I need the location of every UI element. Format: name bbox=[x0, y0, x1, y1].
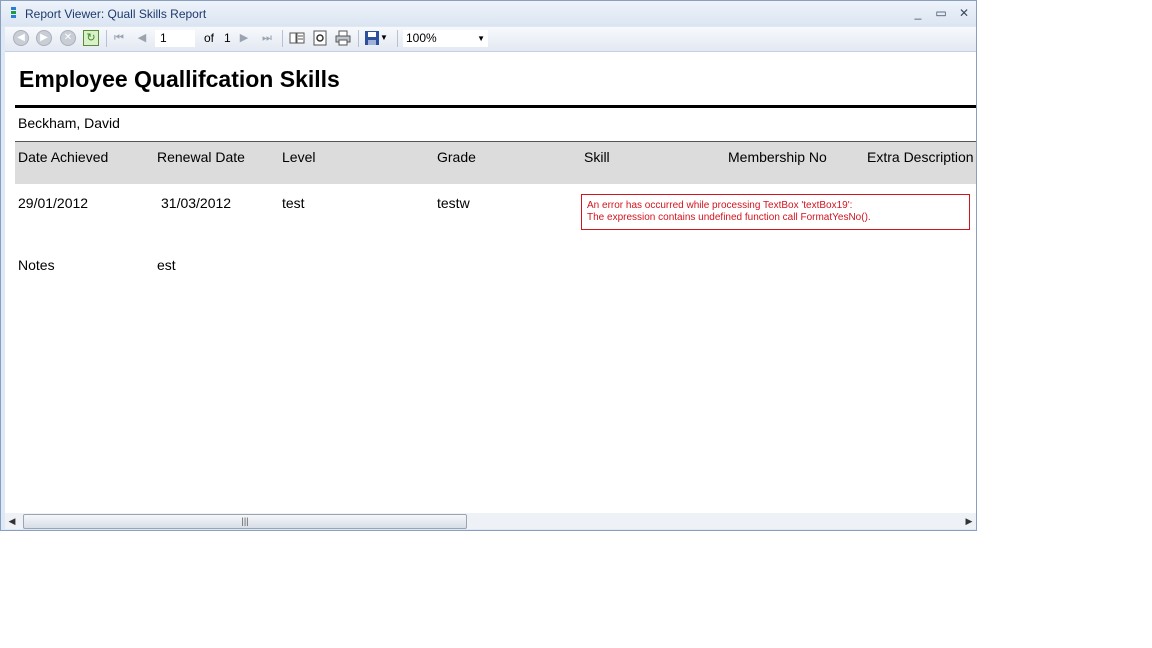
app-icon bbox=[11, 7, 18, 21]
next-page-icon[interactable]: ▶ bbox=[236, 30, 252, 46]
title-bar: Report Viewer: Quall Skills Report _ ▭ ✕ bbox=[1, 1, 976, 26]
report-viewer-window: Report Viewer: Quall Skills Report _ ▭ ✕… bbox=[0, 0, 977, 531]
scroll-right-icon[interactable]: ▶ bbox=[962, 513, 976, 529]
scrollbar-thumb[interactable]: ||| bbox=[23, 514, 467, 529]
col-skill: Skill bbox=[584, 149, 610, 165]
horizontal-scrollbar[interactable]: ◀ ||| ▶ bbox=[5, 513, 976, 529]
error-message-box: An error has occurred while processing T… bbox=[581, 194, 970, 230]
cell-date-achieved: 29/01/2012 bbox=[18, 195, 89, 211]
page-of-label: of bbox=[204, 31, 215, 45]
back-icon[interactable]: ◀ bbox=[13, 30, 29, 46]
toolbar-separator bbox=[282, 30, 283, 47]
minimize-button[interactable]: _ bbox=[909, 4, 927, 22]
close-button[interactable]: ✕ bbox=[955, 4, 973, 22]
stop-icon[interactable]: ✕ bbox=[60, 30, 76, 46]
print-preview-icon[interactable] bbox=[312, 30, 328, 46]
cell-grade: testw bbox=[437, 195, 470, 211]
employee-name: Beckham, David bbox=[18, 115, 120, 131]
last-page-icon[interactable]: ⏭ bbox=[259, 30, 275, 46]
cell-renewal-date: 31/03/2012 bbox=[161, 195, 232, 211]
forward-icon[interactable]: ▶ bbox=[36, 30, 52, 46]
toolbar: ◀ ▶ ✕ ↻ ⏮ ◀ 1 of 1 ▶ ⏭ ▼ 100% ▼ bbox=[5, 27, 976, 52]
save-icon[interactable] bbox=[364, 30, 380, 46]
title-rule bbox=[15, 105, 976, 108]
save-dropdown-icon[interactable]: ▼ bbox=[380, 30, 396, 46]
error-line-1: An error has occurred while processing T… bbox=[587, 200, 853, 211]
page-total: 1 bbox=[224, 31, 231, 45]
cell-level: test bbox=[282, 195, 305, 211]
zoom-select[interactable]: 100% ▼ bbox=[403, 30, 488, 47]
zoom-value: 100% bbox=[406, 31, 437, 45]
report-title: Employee Quallifcation Skills bbox=[19, 66, 340, 92]
col-membership-no: Membership No bbox=[728, 149, 827, 165]
first-page-icon[interactable]: ⏮ bbox=[111, 30, 127, 46]
col-renewal-date: Renewal Date bbox=[157, 149, 245, 165]
page-number-input[interactable]: 1 bbox=[155, 30, 195, 47]
notes-value: est bbox=[157, 257, 176, 273]
col-extra-description: Extra Description bbox=[867, 149, 974, 165]
col-grade: Grade bbox=[437, 149, 476, 165]
document-map-icon[interactable] bbox=[289, 30, 305, 46]
chevron-down-icon: ▼ bbox=[477, 34, 485, 43]
error-line-2: The expression contains undefined functi… bbox=[587, 212, 871, 223]
scroll-left-icon[interactable]: ◀ bbox=[5, 513, 19, 529]
toolbar-separator bbox=[106, 30, 107, 47]
toolbar-separator bbox=[397, 30, 398, 47]
col-date-achieved: Date Achieved bbox=[18, 149, 109, 165]
window-title: Report Viewer: Quall Skills Report bbox=[25, 7, 207, 21]
report-content: Employee Quallifcation Skills Beckham, D… bbox=[5, 52, 976, 513]
refresh-icon[interactable]: ↻ bbox=[83, 30, 99, 46]
notes-label: Notes bbox=[18, 257, 55, 273]
previous-page-icon[interactable]: ◀ bbox=[134, 30, 150, 46]
print-icon[interactable] bbox=[335, 30, 351, 46]
toolbar-separator bbox=[358, 30, 359, 47]
col-level: Level bbox=[282, 149, 316, 165]
maximize-button[interactable]: ▭ bbox=[932, 4, 950, 22]
